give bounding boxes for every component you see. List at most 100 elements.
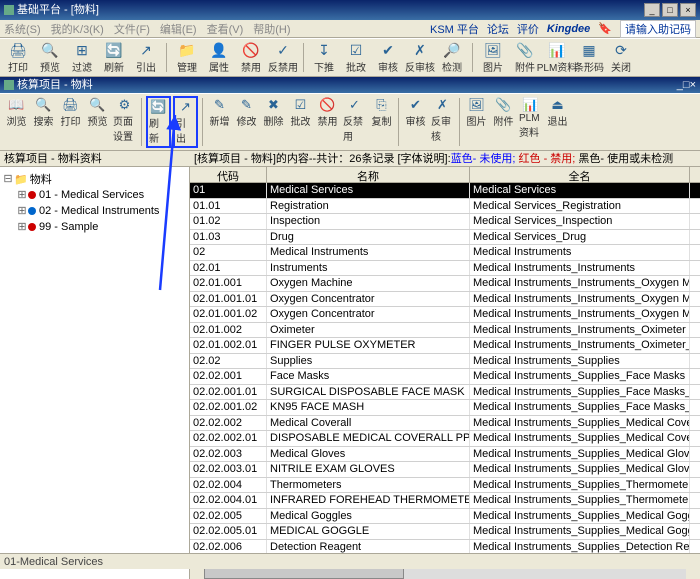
tb-批改[interactable]: ☑批改: [342, 41, 370, 74]
table-row[interactable]: 02.02.001.02KN95 FACE MASHMedical Instru…: [190, 400, 700, 416]
tree-expand-icon[interactable]: ⊞: [16, 188, 28, 202]
table-row[interactable]: 02.02.004.01INFRARED FOREHEAD THERMOMETE…: [190, 493, 700, 509]
tb-预览[interactable]: 🔍预览: [36, 41, 64, 74]
tb-属性[interactable]: 👤属性: [205, 41, 233, 74]
tb-附件[interactable]: 📎附件: [511, 41, 539, 74]
dtb-图片[interactable]: 🖼图片: [464, 96, 489, 148]
cell-full: Medical Services: [470, 183, 690, 198]
tb-管理[interactable]: 📁管理: [173, 41, 201, 74]
dtb-搜索[interactable]: 🔍搜索: [31, 96, 56, 148]
dtb-审核[interactable]: ✔审核: [403, 96, 428, 148]
table-row[interactable]: 02.01.002OximeterMedical Instruments_Ins…: [190, 323, 700, 339]
grid-body[interactable]: 01Medical ServicesMedical Services01.01R…: [190, 183, 700, 563]
cell-name: Medical Goggles: [267, 509, 470, 524]
table-row[interactable]: 02.01.002.01FINGER PULSE OXYMETERMedical…: [190, 338, 700, 354]
dtb-预览[interactable]: 🔍预览: [85, 96, 110, 148]
cell-code: 02.01.001.01: [190, 292, 267, 307]
cell-code: 02.02.001: [190, 369, 267, 384]
dtb-引出[interactable]: ↗引出: [173, 96, 198, 148]
dtb-反禁用[interactable]: ✓反禁用: [342, 96, 367, 148]
dtb-浏览[interactable]: 📖浏览: [4, 96, 29, 148]
table-row[interactable]: 02.01.001.01Oxygen ConcentratorMedical I…: [190, 292, 700, 308]
tb-PLM资料[interactable]: 📊PLM资料: [543, 41, 571, 74]
tree-panel[interactable]: ⊟ 📁 物料 ⊞01 - Medical Services⊞02 - Medic…: [0, 167, 190, 579]
table-row[interactable]: 01Medical ServicesMedical Services: [190, 183, 700, 199]
tree-item[interactable]: ⊞99 - Sample: [2, 219, 187, 235]
dtb-退出[interactable]: ⏏退出: [545, 96, 570, 148]
dtb-页面设置[interactable]: ⚙页面设置: [112, 96, 137, 148]
maximize-button[interactable]: □: [662, 3, 678, 17]
table-row[interactable]: 02.02.003Medical GlovesMedical Instrumen…: [190, 447, 700, 463]
tree-item[interactable]: ⊞01 - Medical Services: [2, 187, 187, 203]
table-row[interactable]: 01.02InspectionMedical Services_Inspecti…: [190, 214, 700, 230]
menu-system[interactable]: 系统(S): [4, 21, 41, 37]
dtb-打印[interactable]: 🖨打印: [58, 96, 83, 148]
table-row[interactable]: 02.02.004ThermometersMedical Instruments…: [190, 478, 700, 494]
table-row[interactable]: 02.02SuppliesMedical Instruments_Supplie…: [190, 354, 700, 370]
dtb-反审核[interactable]: ✗反审核: [430, 96, 455, 148]
tb-过滤[interactable]: ⊞过滤: [68, 41, 96, 74]
doc-close-button[interactable]: ×: [690, 77, 696, 93]
tb-打印[interactable]: 🖨打印: [4, 41, 32, 74]
dtb-删除[interactable]: ✖删除: [261, 96, 286, 148]
col-full[interactable]: 全名: [470, 167, 690, 182]
tb-下推[interactable]: ↧下推: [310, 41, 338, 74]
dtb-PLM资料[interactable]: 📊PLM资料: [518, 96, 543, 148]
dtb-修改[interactable]: ✎修改: [234, 96, 259, 148]
menu-myk3[interactable]: 我的K/3(K): [51, 21, 104, 37]
tree-expand-icon[interactable]: ⊞: [16, 204, 28, 218]
table-row[interactable]: 02.02.001Face MasksMedical Instruments_S…: [190, 369, 700, 385]
tb-条形码[interactable]: ▦条形码: [575, 41, 603, 74]
tb-反禁用[interactable]: ✓反禁用: [269, 41, 297, 74]
table-row[interactable]: 01.01RegistrationMedical Services_Regist…: [190, 199, 700, 215]
tree-collapse-icon[interactable]: ⊟: [2, 172, 14, 186]
table-row[interactable]: 02.01.001.02Oxygen ConcentratorMedical I…: [190, 307, 700, 323]
col-name[interactable]: 名称: [267, 167, 470, 182]
tb-审核[interactable]: ✔审核: [374, 41, 402, 74]
dtb-附件[interactable]: 📎附件: [491, 96, 516, 148]
dtb-刷新[interactable]: 🔄刷新: [146, 96, 171, 148]
table-row[interactable]: 02.02.001.01SURGICAL DISPOSABLE FACE MAS…: [190, 385, 700, 401]
doc-maximize-button[interactable]: □: [683, 77, 690, 93]
dtb-禁用[interactable]: 🚫禁用: [315, 96, 340, 148]
tree-expand-icon[interactable]: ⊞: [16, 220, 28, 234]
dtb-复制[interactable]: ⎘复制: [369, 96, 394, 148]
table-row[interactable]: 02.02.005Medical GogglesMedical Instrume…: [190, 509, 700, 525]
cell-code: 02.02.004.01: [190, 493, 267, 508]
cell-name: Medical Gloves: [267, 447, 470, 462]
cell-name: Detection Reagent: [267, 540, 470, 555]
col-code[interactable]: 代码: [190, 167, 267, 182]
tb-反审核[interactable]: ✗反审核: [406, 41, 434, 74]
table-row[interactable]: 02.02.002.01DISPOSABLE MEDICAL COVERALL …: [190, 431, 700, 447]
table-row[interactable]: 02.02.005.01MEDICAL GOGGLEMedical Instru…: [190, 524, 700, 540]
link-eval[interactable]: 评价: [517, 21, 539, 37]
tb-禁用[interactable]: 🚫禁用: [237, 41, 265, 74]
dtb-批改[interactable]: ☑批改: [288, 96, 313, 148]
tree-item[interactable]: ⊞02 - Medical Instruments: [2, 203, 187, 219]
tb-刷新[interactable]: 🔄刷新: [100, 41, 128, 74]
tree-root[interactable]: ⊟ 📁 物料: [2, 171, 187, 187]
预览-icon: 🔍: [40, 41, 60, 59]
table-row[interactable]: 01.03DrugMedical Services_Drug: [190, 230, 700, 246]
dtb-新增[interactable]: ✎新增: [207, 96, 232, 148]
tb-关闭[interactable]: ⟳关闭: [607, 41, 635, 74]
menu-view[interactable]: 查看(V): [207, 21, 244, 37]
menu-help[interactable]: 帮助(H): [253, 21, 290, 37]
table-row[interactable]: 02.01.001Oxygen MachineMedical Instrumen…: [190, 276, 700, 292]
link-forum[interactable]: 论坛: [487, 21, 509, 37]
table-row[interactable]: 02.01InstrumentsMedical Instruments_Inst…: [190, 261, 700, 277]
table-row[interactable]: 02Medical InstrumentsMedical Instruments: [190, 245, 700, 261]
minimize-button[interactable]: _: [644, 3, 660, 17]
table-row[interactable]: 02.02.003.01NITRILE EXAM GLOVESMedical I…: [190, 462, 700, 478]
close-button[interactable]: ×: [680, 3, 696, 17]
mnemonic-input[interactable]: 请输入助记码: [620, 20, 696, 38]
tb-图片[interactable]: 🖼图片: [479, 41, 507, 74]
menu-file[interactable]: 文件(F): [114, 21, 150, 37]
tb-引出[interactable]: ↗引出: [132, 41, 160, 74]
menu-edit[interactable]: 编辑(E): [160, 21, 197, 37]
link-ksm[interactable]: KSM 平台: [430, 21, 479, 37]
table-row[interactable]: 02.02.002Medical CoverallMedical Instrum…: [190, 416, 700, 432]
tb-检测[interactable]: 🔎检测: [438, 41, 466, 74]
cell-name: Registration: [267, 199, 470, 214]
PLM资料-icon: 📊: [547, 41, 567, 59]
